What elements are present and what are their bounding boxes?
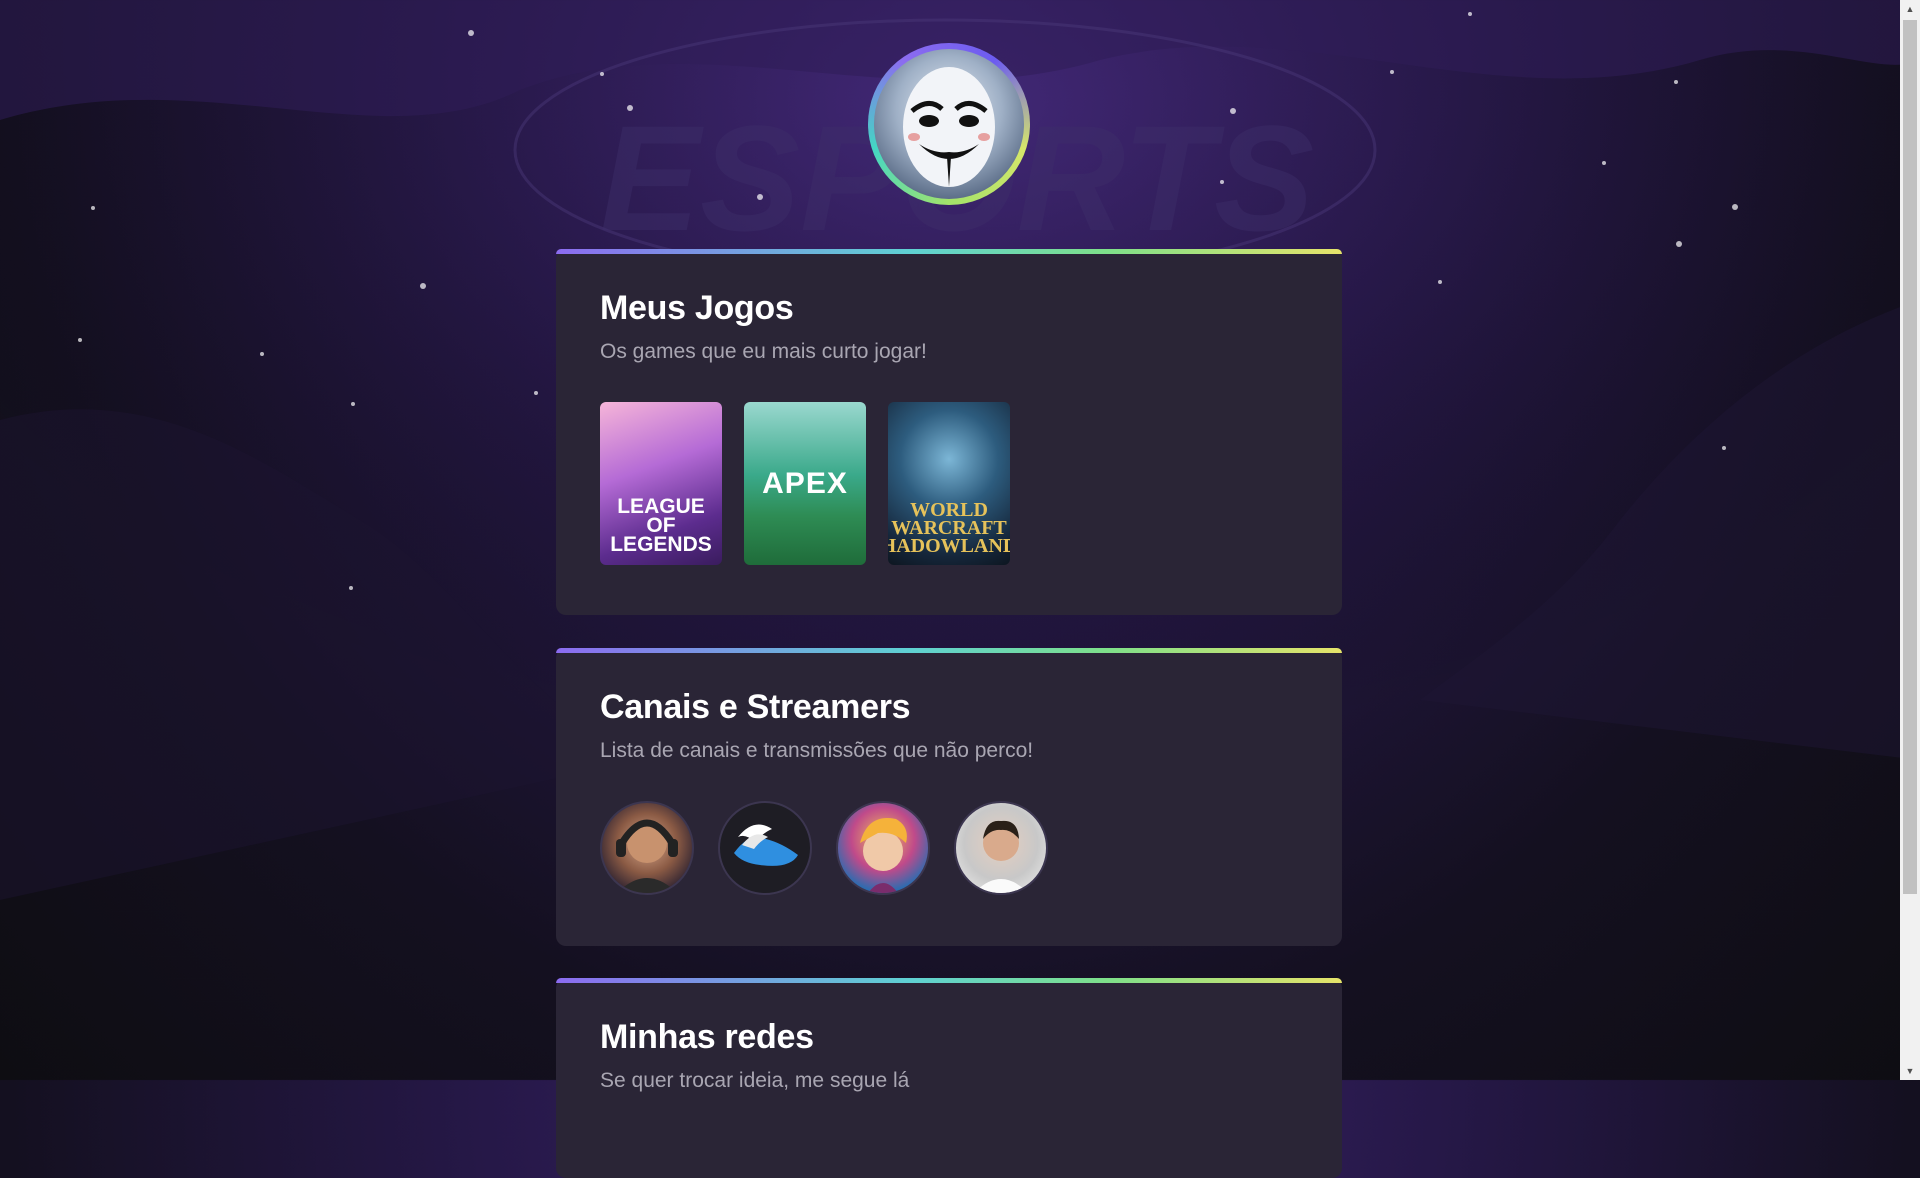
- streamers-title: Canais e Streamers: [600, 688, 911, 726]
- streamers-card: Canais e Streamers Lista de canais e tra…: [556, 648, 1342, 946]
- social-title: Minhas redes: [600, 1018, 814, 1056]
- game-title: LEAGUE OF LEGENDS: [610, 495, 712, 557]
- streamer-headset-avatar[interactable]: [600, 801, 694, 895]
- cartoon-hero-avatar[interactable]: [836, 801, 930, 895]
- league-of-legends-cover[interactable]: LEAGUE OF LEGENDS: [600, 402, 722, 565]
- games-list: LEAGUE OF LEGENDS APEX WORLD WARCRAFT SH…: [600, 402, 1298, 565]
- guy-fawkes-mask-icon: [874, 49, 1024, 199]
- streamer-portrait-avatar[interactable]: [954, 801, 1048, 895]
- game-title: APEX: [762, 467, 848, 500]
- streamers-list: [600, 801, 1298, 895]
- profile-avatar: [868, 43, 1030, 205]
- profile-page: Meus Jogos Os games que eu mais curto jo…: [0, 0, 1900, 1178]
- vertical-scrollbar[interactable]: ▲ ▼: [1900, 0, 1920, 1080]
- social-card: Minhas redes Se quer trocar ideia, me se…: [556, 978, 1342, 1178]
- games-subtitle: Os games que eu mais curto jogar!: [600, 340, 927, 363]
- streamers-subtitle: Lista de canais e transmissões que não p…: [600, 739, 1034, 762]
- social-subtitle: Se quer trocar ideia, me segue lá: [600, 1069, 910, 1092]
- games-title: Meus Jogos: [600, 289, 794, 327]
- winged-shoe-logo-avatar[interactable]: [718, 801, 812, 895]
- scroll-down-arrow-icon[interactable]: ▼: [1900, 1062, 1920, 1080]
- scrollbar-thumb[interactable]: [1903, 20, 1917, 894]
- apex-legends-cover[interactable]: APEX: [744, 402, 866, 565]
- game-title: WORLD WARCRAFT SHADOWLANDS: [888, 499, 1010, 557]
- world-of-warcraft-cover[interactable]: WORLD WARCRAFT SHADOWLANDS: [888, 402, 1010, 565]
- games-card: Meus Jogos Os games que eu mais curto jo…: [556, 249, 1342, 615]
- scroll-up-arrow-icon[interactable]: ▲: [1900, 0, 1920, 18]
